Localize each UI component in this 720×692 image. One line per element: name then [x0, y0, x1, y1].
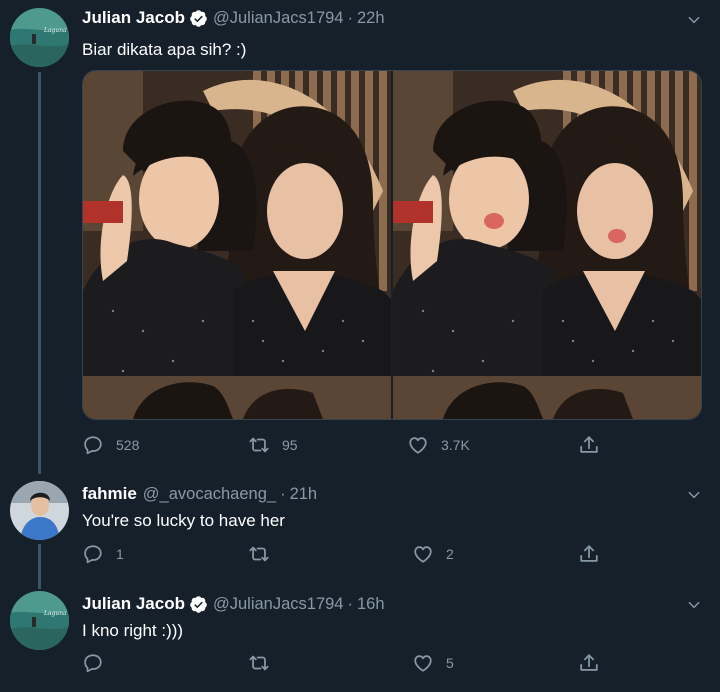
chevron-down-icon[interactable]	[686, 12, 702, 28]
username[interactable]: @_avocachaeng_	[143, 485, 276, 504]
share-button[interactable]	[578, 652, 600, 674]
avatar[interactable]	[10, 481, 69, 540]
username[interactable]: @JulianJacs1794	[213, 595, 344, 614]
like-button[interactable]: 3.7K	[407, 434, 470, 456]
couple-photo-pout-icon	[393, 71, 701, 419]
display-name[interactable]: Julian Jacob	[82, 594, 185, 614]
svg-text:Laguna: Laguna	[43, 610, 67, 617]
tweet-text: I kno right :)))	[82, 621, 184, 640]
timestamp[interactable]: 16h	[357, 595, 385, 614]
share-icon	[578, 543, 600, 565]
photo-right[interactable]	[393, 71, 701, 419]
tweet-reply-author[interactable]: Laguna Julian Jacob @JulianJacs1794 · 16…	[0, 585, 720, 692]
retweet-button[interactable]	[248, 543, 282, 565]
retweet-icon	[248, 543, 270, 565]
couple-photo-icon	[83, 71, 391, 419]
thread-line	[38, 544, 41, 589]
retweet-icon	[248, 652, 270, 674]
reply-count: 1	[116, 546, 124, 562]
retweet-button[interactable]: 95	[248, 434, 298, 456]
chevron-down-icon[interactable]	[686, 597, 702, 613]
reply-icon	[82, 652, 104, 674]
chevron-down-icon[interactable]	[686, 487, 702, 503]
heart-icon	[407, 434, 429, 456]
reply-button[interactable]: 528	[82, 434, 139, 456]
share-icon	[578, 434, 600, 456]
like-count: 3.7K	[441, 437, 470, 453]
reply-icon	[82, 543, 104, 565]
reply-icon	[82, 434, 104, 456]
profile-photo-sea-icon: Laguna	[10, 591, 69, 650]
avatar[interactable]: Laguna	[10, 591, 69, 650]
verified-badge-icon	[189, 595, 208, 614]
retweet-button[interactable]	[248, 652, 282, 674]
share-button[interactable]	[578, 543, 600, 565]
thread-line	[38, 72, 41, 474]
profile-photo-person-icon	[10, 481, 69, 540]
share-button[interactable]	[578, 434, 600, 456]
reply-button[interactable]: 1	[82, 543, 124, 565]
separator-dot: ·	[280, 484, 286, 503]
reply-count: 528	[116, 437, 140, 453]
media-grid	[82, 70, 702, 420]
profile-photo-sea-icon: Laguna	[10, 8, 69, 67]
display-name[interactable]: Julian Jacob	[82, 8, 185, 28]
reply-button[interactable]	[82, 652, 116, 674]
action-bar: 5	[82, 652, 612, 676]
separator-dot: ·	[347, 8, 353, 27]
heart-icon	[412, 543, 434, 565]
svg-text:Laguna: Laguna	[43, 27, 67, 34]
share-icon	[578, 652, 600, 674]
username[interactable]: @JulianJacs1794	[213, 9, 344, 28]
avatar[interactable]: Laguna	[10, 8, 69, 67]
tweet-header: fahmie @_avocachaeng_ · 21h	[82, 484, 317, 504]
tweet-header: Julian Jacob @JulianJacs1794 · 16h	[82, 594, 385, 614]
timestamp[interactable]: 22h	[357, 9, 385, 28]
display-name[interactable]: fahmie	[82, 484, 137, 504]
tweet-text: You're so lucky to have her	[82, 511, 285, 530]
tweet-reply[interactable]: fahmie @_avocachaeng_ · 21h You're so lu…	[0, 475, 720, 589]
tweet-original[interactable]: Laguna Julian Jacob @JulianJacs1794 · 22…	[0, 0, 720, 474]
retweet-count: 95	[282, 437, 298, 453]
action-bar: 528 95 3.7K	[82, 434, 612, 458]
tweet-header: Julian Jacob @JulianJacs1794 · 22h	[82, 8, 385, 28]
like-button[interactable]: 2	[412, 543, 454, 565]
retweet-icon	[248, 434, 270, 456]
verified-badge-icon	[189, 9, 208, 28]
heart-icon	[412, 652, 434, 674]
action-bar: 1 2	[82, 543, 612, 567]
photo-left[interactable]	[83, 71, 391, 419]
timestamp[interactable]: 21h	[290, 485, 318, 504]
like-button[interactable]: 5	[412, 652, 454, 674]
like-count: 2	[446, 546, 454, 562]
tweet-text: Biar dikata apa sih? :)	[82, 40, 247, 59]
separator-dot: ·	[347, 594, 353, 613]
like-count: 5	[446, 655, 454, 671]
